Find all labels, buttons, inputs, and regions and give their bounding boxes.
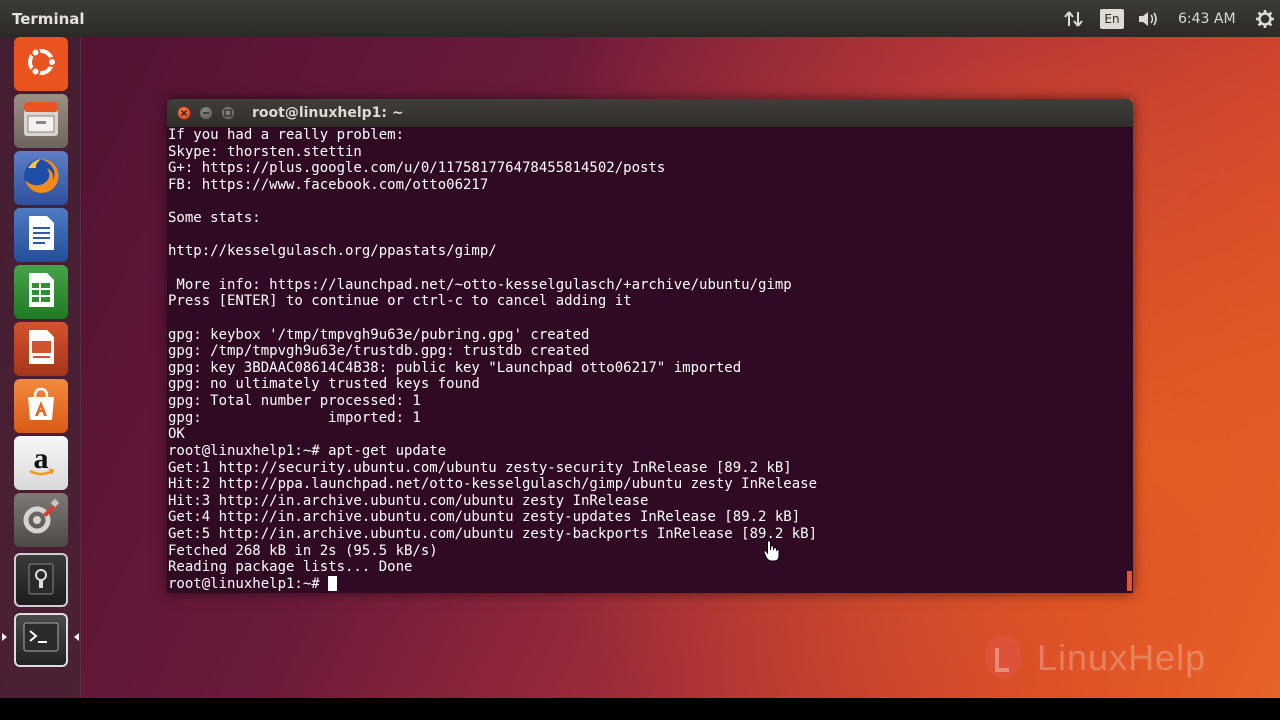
terminal-line: gpg: /tmp/tmpvgh9u63e/trustdb.gpg: trust… [168, 343, 590, 360]
network-transfer-icon[interactable] [1064, 9, 1084, 29]
maximize-window-button[interactable] [221, 106, 235, 120]
running-indicator [2, 633, 7, 641]
terminal-line: gpg: Total number processed: 1 [168, 393, 421, 409]
launcher-item-terminal[interactable] [14, 613, 68, 667]
terminal-line: FB: https://www.facebook.com/otto06217 [168, 176, 489, 193]
terminal-line: Hit:3 http://in.archive.ubuntu.com/ubunt… [168, 492, 649, 509]
impress-presentation-icon [21, 327, 61, 371]
launcher-item-calc[interactable] [14, 265, 68, 319]
bottom-letterbox [0, 698, 1280, 720]
svg-text:a: a [34, 442, 49, 475]
top-panel: Terminal En 6:43 AM [0, 0, 1280, 37]
firefox-icon [19, 154, 63, 202]
amazon-icon: a [21, 441, 61, 485]
terminal-line: Some stats: [168, 210, 261, 227]
terminal-line: Get:1 http://security.ubuntu.com/ubuntu … [168, 459, 792, 476]
terminal-line: OK [168, 426, 185, 443]
launcher-item-software[interactable] [14, 379, 68, 433]
minimize-window-button[interactable] [199, 106, 213, 120]
terminal-line: Skype: thorsten.stettin [168, 143, 362, 160]
calc-spreadsheet-icon [21, 270, 61, 314]
settings-tools-icon [19, 496, 63, 544]
launcher-item-impress[interactable] [14, 322, 68, 376]
terminal-icon [21, 618, 61, 662]
terminal-output[interactable]: If you had a really problem: Skype: thor… [167, 127, 1133, 593]
launcher-item-writer[interactable] [14, 208, 68, 262]
terminal-window[interactable]: root@linuxhelp1: ~ If you had a really p… [167, 99, 1133, 593]
volume-icon[interactable] [1137, 9, 1161, 29]
ubuntu-logo-icon [21, 42, 61, 86]
window-titlebar[interactable]: root@linuxhelp1: ~ [167, 99, 1133, 127]
launcher: a [0, 37, 81, 698]
close-window-button[interactable] [177, 106, 191, 120]
terminal-line: Fetched 268 kB in 2s (95.5 kB/s) [168, 542, 438, 559]
terminal-lines: If you had a really problem: Skype: thor… [168, 127, 1133, 576]
close-icon [180, 109, 188, 117]
focused-indicator [74, 633, 79, 641]
shell-prompt: root@linuxhelp1:~# [168, 575, 329, 592]
terminal-line: Press [ENTER] to continue or ctrl-c to c… [168, 293, 632, 310]
terminal-line: More info: https://launchpad.net/~otto-k… [168, 276, 792, 293]
launcher-item-drive[interactable] [14, 553, 68, 607]
terminal-line: G+: https://plus.google.com/u/0/11758177… [168, 160, 666, 177]
terminal-line: gpg: imported: 1 [168, 409, 421, 426]
terminal-line: gpg: keybox '/tmp/tmpvgh9u63e/pubring.gp… [168, 326, 590, 343]
launcher-item-files[interactable] [14, 94, 68, 148]
minimize-icon [203, 112, 209, 114]
terminal-line: Hit:2 http://ppa.launchpad.net/otto-kess… [168, 476, 818, 493]
file-cabinet-icon [20, 98, 62, 144]
scroll-indicator[interactable] [1127, 571, 1132, 591]
terminal-line: http://kesselgulasch.org/ppastats/gimp/ [168, 243, 497, 260]
launcher-item-settings[interactable] [14, 493, 68, 547]
software-bag-icon [21, 384, 61, 428]
drive-icon [21, 558, 61, 602]
terminal-line: root@linuxhelp1:~# apt-get update [168, 442, 447, 459]
launcher-item-dash[interactable] [14, 37, 68, 91]
terminal-line: Get:4 http://in.archive.ubuntu.com/ubunt… [168, 509, 801, 526]
terminal-line: Reading package lists... Done [168, 559, 413, 576]
settings-gear-icon[interactable] [1254, 9, 1276, 29]
watermark: LinuxHelp [975, 628, 1235, 688]
window-title: root@linuxhelp1: ~ [252, 105, 404, 121]
keyboard-layout-indicator[interactable]: En [1100, 9, 1124, 29]
watermark-text: LinuxHelp [1037, 637, 1207, 678]
active-app-title: Terminal [12, 10, 85, 28]
launcher-item-amazon[interactable]: a [14, 436, 68, 490]
terminal-line: Get:5 http://in.archive.ubuntu.com/ubunt… [168, 526, 818, 542]
terminal-line: gpg: key 3BDAAC08614C4B38: public key "L… [168, 359, 742, 376]
hand-pointer-icon [763, 540, 781, 566]
writer-document-icon [21, 213, 61, 257]
watermark-logo-icon [985, 636, 1021, 680]
terminal-line: gpg: no ultimately trusted keys found [168, 376, 480, 393]
terminal-line: If you had a really problem: [168, 127, 405, 143]
launcher-item-firefox[interactable] [14, 151, 68, 205]
text-cursor [328, 575, 338, 591]
clock[interactable]: 6:43 AM [1178, 9, 1236, 29]
maximize-icon [224, 109, 232, 117]
